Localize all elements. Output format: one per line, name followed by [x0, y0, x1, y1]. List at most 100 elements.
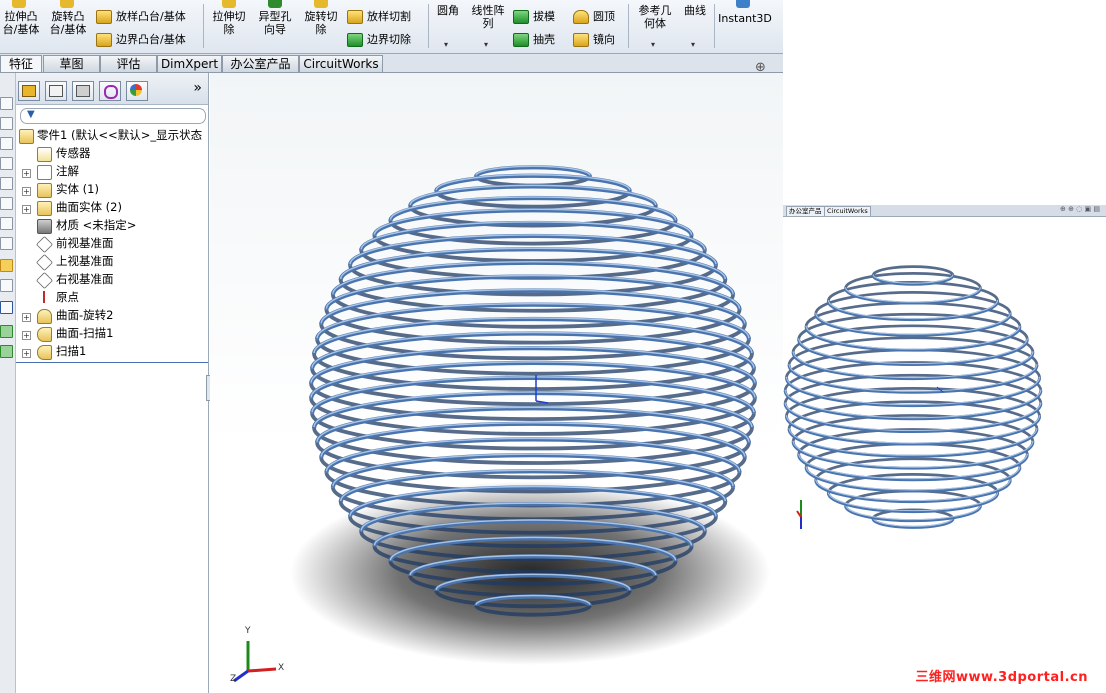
expand-sweep-surface-icon[interactable]: +: [22, 331, 31, 340]
expand-solid-bodies-icon[interactable]: +: [22, 187, 31, 196]
feature-filter-input[interactable]: ▼: [20, 108, 206, 124]
view-cube-icon[interactable]: [0, 237, 13, 250]
mirror-label: 镜向: [593, 33, 615, 46]
line-tool-icon[interactable]: [0, 301, 13, 314]
shell-icon: [513, 33, 529, 47]
spiral-sphere-coil-rotated: [783, 265, 1043, 529]
tab-features-label: 特征: [8, 57, 33, 71]
sketch-tool-icon[interactable]: [0, 279, 13, 292]
reference-geometry-button[interactable]: 参考几 何体: [634, 4, 676, 30]
reference-geometry-dropdown-icon[interactable]: ▾: [651, 40, 655, 49]
propertymanager-tab[interactable]: [45, 81, 67, 101]
tree-item-origin[interactable]: 原点: [56, 288, 79, 306]
hole-wizard-icon: [268, 0, 282, 8]
fillet-dropdown-icon[interactable]: ▾: [444, 40, 448, 49]
tree-item-right-plane-label: 右视基准面: [56, 272, 114, 286]
tab-circuitworks[interactable]: CircuitWorks: [299, 55, 383, 72]
tree-item-front-plane[interactable]: 前视基准面: [56, 234, 114, 252]
view-cube-icon[interactable]: [0, 197, 13, 210]
tree-item-top-plane[interactable]: 上视基准面: [56, 252, 114, 270]
tab-sketch-label: 草图: [59, 57, 84, 71]
ribbon-separator: [628, 4, 629, 48]
expand-panel-button[interactable]: »: [193, 80, 202, 96]
dimxpertmanager-tab[interactable]: [99, 81, 121, 101]
tree-root-label: 零件1 (默认<<默认>_显示状态: [37, 128, 203, 142]
tree-item-revolve-surface-label: 曲面-旋转2: [56, 308, 114, 322]
revolve-cut-button[interactable]: 旋转切 除: [300, 10, 342, 36]
view-cube-icon[interactable]: [0, 97, 13, 110]
second-model-view: [783, 265, 1043, 529]
boundary-boss-button[interactable]: 边界凸台/基体: [96, 33, 186, 47]
expand-sweep-icon[interactable]: +: [22, 349, 31, 358]
view-cube-icon[interactable]: [0, 217, 13, 230]
z-axis-label: Z: [230, 674, 236, 684]
extrude-cut-icon: [222, 0, 236, 8]
mirror-button[interactable]: 镜向: [573, 33, 615, 47]
loft-cut-button[interactable]: 放样切割: [347, 10, 411, 24]
tree-item-surface-bodies[interactable]: 曲面实体 (2): [56, 198, 122, 216]
extrude-cut-button[interactable]: 拉伸切 除: [208, 10, 250, 36]
view-cube-icon[interactable]: [0, 177, 13, 190]
linear-pattern-button[interactable]: 线性阵 列: [468, 4, 508, 30]
draft-button[interactable]: 拔模: [513, 10, 555, 24]
relation-tool-icon[interactable]: [0, 345, 13, 358]
ribbon-separator: [714, 4, 715, 48]
draft-label: 拔模: [533, 10, 555, 23]
tree-item-solid-bodies[interactable]: 实体 (1): [56, 180, 99, 198]
tab-sketch[interactable]: 草图: [43, 55, 100, 72]
sweep-surface-icon: [37, 327, 52, 342]
rollback-bar[interactable]: [16, 362, 208, 363]
tree-root-part[interactable]: 零件1 (默认<<默认>_显示状态: [37, 126, 202, 144]
extrude-cut-label: 拉伸切 除: [212, 10, 246, 36]
shell-button[interactable]: 抽壳: [513, 33, 555, 47]
expand-revolve-surface-icon[interactable]: +: [22, 313, 31, 322]
tree-item-sweep[interactable]: 扫描1: [56, 342, 86, 360]
loft-boss-button[interactable]: 放样凸台/基体: [96, 10, 186, 24]
tree-item-sensors[interactable]: 传感器: [56, 144, 91, 162]
extrude-boss-icon: [12, 0, 26, 8]
revolve-boss-label: 旋转凸 台/基体: [49, 10, 87, 36]
fillet-button[interactable]: 圆角: [432, 4, 464, 17]
revolve-boss-button[interactable]: 旋转凸 台/基体: [46, 10, 90, 36]
tree-item-revolve-surface[interactable]: 曲面-旋转2: [56, 306, 113, 324]
linear-pattern-dropdown-icon[interactable]: ▾: [484, 40, 488, 49]
mirror-icon: [573, 33, 589, 47]
instant3d-label: Instant3D: [718, 12, 772, 25]
model-view[interactable]: [210, 73, 783, 693]
tree-item-sensors-label: 传感器: [56, 146, 91, 160]
sketch-pencil-icon[interactable]: [0, 259, 13, 272]
expand-annotations-icon[interactable]: +: [22, 169, 31, 178]
loft-cut-label: 放样切割: [367, 10, 411, 23]
tree-item-annotations[interactable]: 注解: [56, 162, 79, 180]
loft-boss-label: 放样凸台/基体: [116, 10, 186, 23]
extrude-boss-button[interactable]: 拉伸凸 台/基体: [0, 10, 42, 36]
tree-item-material[interactable]: 材质 <未指定>: [56, 216, 136, 234]
expand-surface-bodies-icon[interactable]: +: [22, 205, 31, 214]
view-cube-icon[interactable]: [0, 157, 13, 170]
tab-features[interactable]: 特征: [0, 55, 42, 72]
y-axis-label: Y: [245, 626, 251, 636]
featuremanager-tree-tab[interactable]: [18, 81, 40, 101]
instant3d-button[interactable]: Instant3D: [716, 12, 774, 25]
view-cube-icon[interactable]: [0, 117, 13, 130]
tree-item-sweep-surface-label: 曲面-扫描1: [56, 326, 114, 340]
tree-item-right-plane[interactable]: 右视基准面: [56, 270, 114, 288]
tab-dimxpert[interactable]: DimXpert: [157, 55, 222, 72]
revolve-cut-icon: [314, 0, 328, 8]
view-toolbar-strip: [0, 73, 16, 693]
ribbon-separator: [203, 4, 204, 48]
boundary-cut-button[interactable]: 边界切除: [347, 33, 411, 47]
command-manager-tabs: 特征 草图 评估 DimXpert 办公室产品 CircuitWorks: [0, 54, 783, 73]
tab-office-products[interactable]: 办公室产品: [222, 55, 299, 72]
displaymanager-tab[interactable]: [126, 81, 148, 101]
curves-button[interactable]: 曲线: [680, 4, 710, 17]
tree-item-material-label: 材质 <未指定>: [56, 218, 137, 232]
curves-dropdown-icon[interactable]: ▾: [691, 40, 695, 49]
tree-item-sweep-surface[interactable]: 曲面-扫描1: [56, 324, 113, 342]
configurationmanager-tab[interactable]: [72, 81, 94, 101]
dome-button[interactable]: 圆顶: [573, 10, 615, 24]
tab-evaluate[interactable]: 评估: [100, 55, 157, 72]
relation-tool-icon[interactable]: [0, 325, 13, 338]
view-cube-icon[interactable]: [0, 137, 13, 150]
hole-wizard-button[interactable]: 异型孔 向导: [254, 10, 296, 36]
